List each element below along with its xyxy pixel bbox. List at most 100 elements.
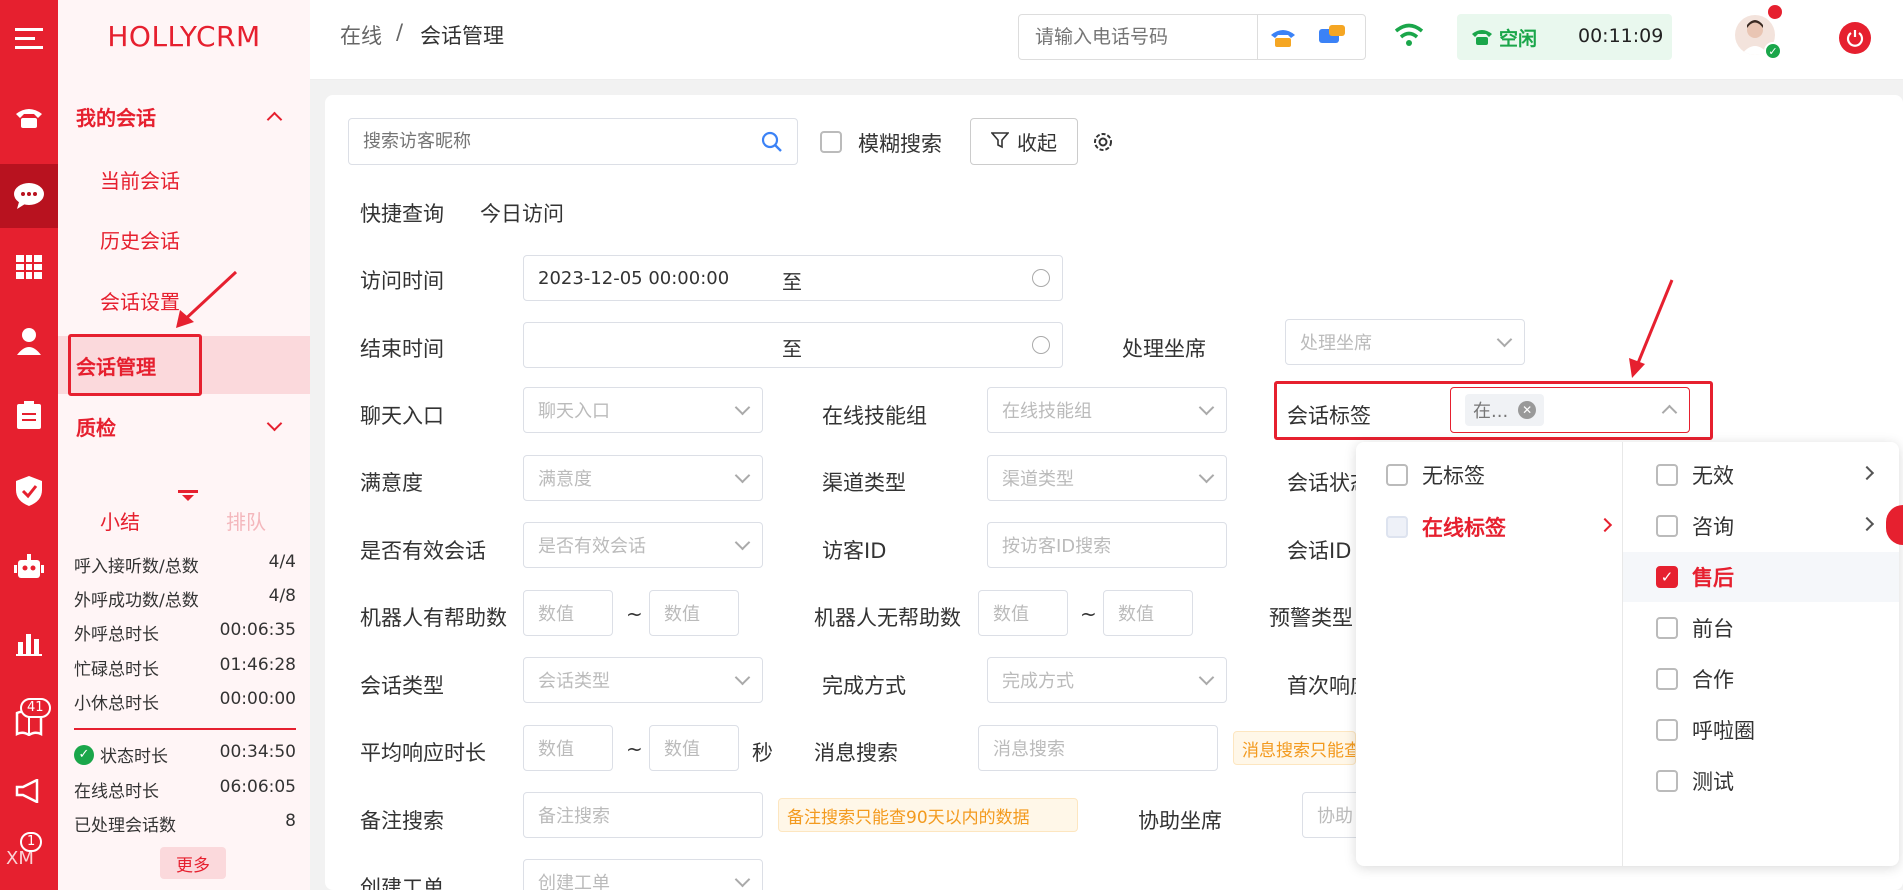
chevron-down-icon [1496,331,1513,348]
satisfaction-select[interactable]: 满意度 [523,455,763,501]
checkbox-checked[interactable]: ✓ [1656,566,1678,588]
robot-help-max-input[interactable]: 数值 [649,590,739,636]
select-placeholder: 处理坐席 [1300,333,1372,354]
search-icon[interactable] [761,131,783,158]
option-label: 咨询 [1692,515,1734,539]
input-placeholder: 按访客ID搜索 [1002,536,1112,557]
megaphone-icon[interactable] [0,762,58,820]
sidebar-item-history-sessions[interactable]: 历史会话 [58,210,310,268]
session-tag-select[interactable]: 在... ✕ [1450,387,1690,433]
tag-option-test[interactable]: 测试 [1656,766,1734,796]
checkbox[interactable] [1656,515,1678,537]
entry-select[interactable]: 聊天入口 [523,387,763,433]
checkbox[interactable] [1386,516,1408,538]
create-ticket-select[interactable]: 创建工单 [523,859,763,890]
robot-icon[interactable] [0,538,58,596]
notification-badge: 41 [20,698,51,718]
end-time-range[interactable]: 至 [523,322,1063,368]
checkbox[interactable] [1386,464,1408,486]
tag-option-consult[interactable]: 咨询 [1656,511,1884,541]
visitor-search-input[interactable] [363,131,743,152]
option-label: 前台 [1692,617,1734,641]
sidebar-group-my-sessions[interactable]: 我的会话 [58,86,310,146]
chat-bubble-icon[interactable] [1317,23,1347,56]
phone-icon[interactable] [0,88,58,146]
tag-option-front-desk[interactable]: 前台 [1656,613,1734,643]
gear-icon[interactable] [1091,130,1115,159]
collapse-label: 收起 [1017,131,1057,155]
tab-summary[interactable]: 小结 [100,506,140,535]
visitor-search-box [348,118,798,165]
tag-option-hula-hoop[interactable]: 呼啦圈 [1656,715,1755,745]
valid-session-select[interactable]: 是否有效会话 [523,522,763,568]
avg-response-max-input[interactable]: 数值 [649,725,739,771]
skill-group-select[interactable]: 在线技能组 [987,387,1227,433]
tag-option-online-tags[interactable]: 在线标签 [1386,512,1618,542]
agent-status[interactable]: 空闲 00:11:09 [1457,14,1672,60]
caret-down-icon [182,495,194,501]
stat-row: 已处理会话数 8 [74,811,296,836]
sidebar-item-label: 历史会话 [100,228,180,253]
phone-input[interactable] [1019,15,1257,59]
stat-value: 06:06:05 [219,777,296,797]
visit-time-label: 访问时间 [360,269,444,293]
fuzzy-search-checkbox[interactable] [820,131,842,153]
visitor-id-input[interactable]: 按访客ID搜索 [987,522,1227,568]
robot-nohelp-min-input[interactable]: 数值 [978,590,1068,636]
dial-icon[interactable] [1269,25,1297,54]
sidebar-item-current-sessions[interactable]: 当前会话 [58,150,310,208]
stat-value: 4/4 [268,552,296,572]
avg-response-min-input[interactable]: 数值 [523,725,613,771]
stat-value: 00:34:50 [219,742,296,762]
tab-queue[interactable]: 排队 [226,506,266,535]
input-placeholder: 数值 [993,604,1029,625]
bar-chart-icon[interactable] [0,614,58,672]
robot-help-min-input[interactable]: 数值 [523,590,613,636]
valid-session-label: 是否有效会话 [360,539,486,563]
breadcrumb-root[interactable]: 在线 [340,20,382,50]
close-icon[interactable]: ✕ [1518,401,1537,419]
checkbox[interactable] [1656,770,1678,792]
tag-option-cooperation[interactable]: 合作 [1656,664,1734,694]
visit-time-range[interactable]: 2023-12-05 00:00:00 至 [523,255,1063,301]
note-search-input[interactable]: 备注搜索 [523,792,763,838]
message-search-input[interactable]: 消息搜索 [978,725,1218,771]
option-label: 测试 [1692,770,1734,794]
agent-label: 处理坐席 [1122,337,1206,361]
tag-option-invalid[interactable]: 无效 [1656,460,1884,490]
checkbox[interactable] [1656,719,1678,741]
option-label: 无标签 [1422,464,1485,488]
session-type-select[interactable]: 会话类型 [523,657,763,703]
checkbox[interactable] [1656,617,1678,639]
tag-option-no-tag[interactable]: 无标签 [1386,460,1485,490]
menu-icon[interactable] [0,10,58,68]
checkbox[interactable] [1656,464,1678,486]
stat-label: 外呼总时长 [74,625,159,645]
stat-row: 呼入接听数/总数 4/4 [74,552,296,577]
option-label: 在线标签 [1422,516,1506,540]
collapse-button[interactable]: 收起 [970,118,1078,165]
robot-nohelp-max-input[interactable]: 数值 [1103,590,1193,636]
sidebar-group-label: 我的会话 [76,105,156,130]
power-icon[interactable] [1839,22,1871,54]
agent-select[interactable]: 处理坐席 [1285,319,1525,365]
checkbox[interactable] [1656,668,1678,690]
grid-icon[interactable] [0,238,58,296]
tag-chip-label: 在... [1473,401,1509,422]
robot-nohelp-label: 机器人无帮助数 [814,606,961,630]
clipboard-icon[interactable] [0,386,58,444]
option-label: 呼啦圈 [1692,719,1755,743]
tag-option-after-sales[interactable]: ✓ 售后 [1656,562,1734,592]
more-button[interactable]: 更多 [160,847,226,879]
input-placeholder: 数值 [1118,604,1154,625]
option-label: 无效 [1692,464,1734,488]
quick-today-link[interactable]: 今日访问 [480,198,564,228]
drag-handle[interactable] [178,490,198,493]
finish-mode-select[interactable]: 完成方式 [987,657,1227,703]
chat-icon[interactable] [0,164,58,228]
channel-select[interactable]: 渠道类型 [987,455,1227,501]
shield-icon[interactable] [0,462,58,520]
robot-help-label: 机器人有帮助数 [360,606,507,630]
user-icon[interactable] [0,312,58,370]
sidebar-group-quality[interactable]: 质检 [58,396,310,456]
